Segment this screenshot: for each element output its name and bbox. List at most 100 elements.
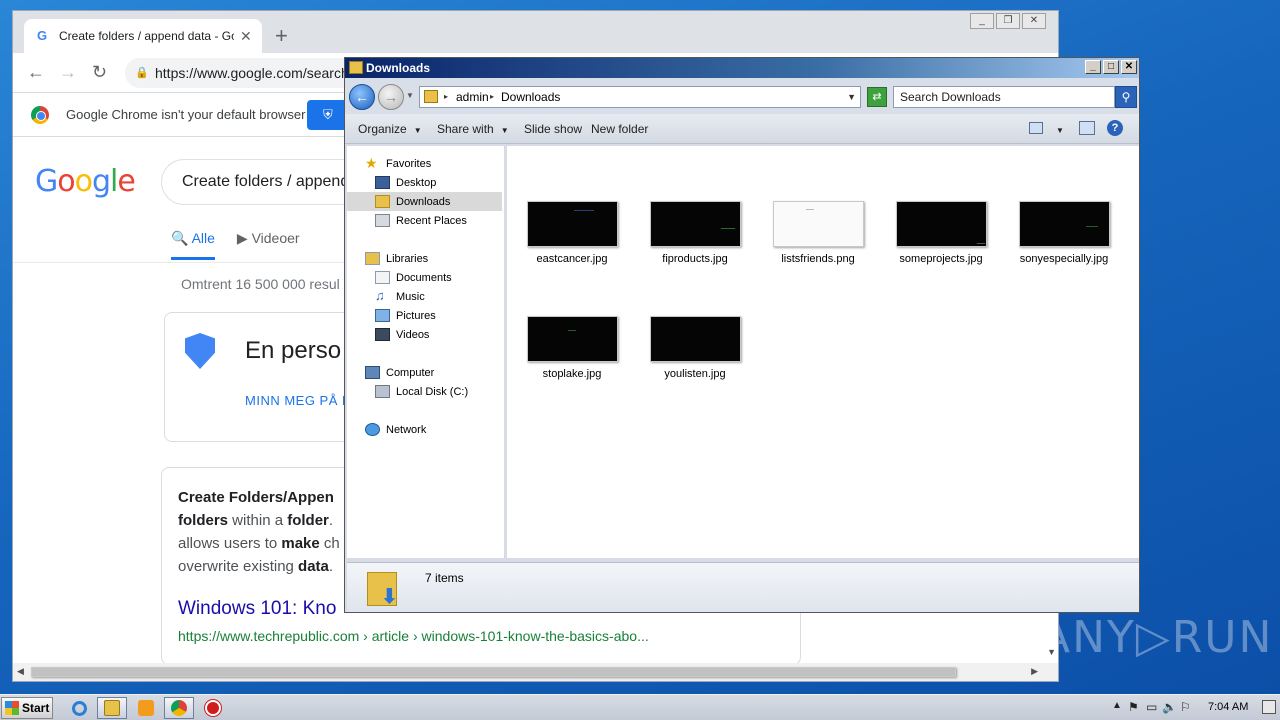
- nav-videos[interactable]: Videos: [375, 328, 429, 341]
- clock[interactable]: 7:04 AM: [1208, 701, 1248, 713]
- libraries-icon: [365, 252, 380, 265]
- share-with-label: Share with: [437, 122, 494, 136]
- chrome-taskbar-icon[interactable]: [164, 697, 194, 719]
- start-button[interactable]: Start: [1, 697, 53, 719]
- volume-icon[interactable]: 🔈: [1162, 700, 1177, 714]
- nav-videos-label: Videos: [396, 328, 430, 341]
- desktop-icon: [375, 176, 390, 189]
- music-icon: ♫: [375, 288, 385, 303]
- slide-show-button[interactable]: Slide show: [524, 122, 582, 136]
- share-with-button[interactable]: Share with ▼: [437, 122, 509, 136]
- search-downloads-input[interactable]: Search Downloads: [893, 86, 1115, 108]
- folder-icon: [424, 90, 438, 103]
- privacy-card-title: En perso: [245, 337, 342, 364]
- explorer-taskbar-icon[interactable]: [97, 697, 127, 719]
- address-dropdown-icon[interactable]: ▼: [847, 92, 856, 102]
- snippet-line-4c: .: [328, 558, 334, 575]
- breadcrumb-separator-icon[interactable]: ▸: [444, 92, 448, 101]
- nav-computer[interactable]: Computer: [365, 366, 434, 379]
- scrollbar-thumb[interactable]: [31, 667, 956, 677]
- minimize-button[interactable]: _: [970, 13, 994, 29]
- google-logo[interactable]: Google: [35, 164, 136, 199]
- minimize-button[interactable]: _: [1085, 60, 1101, 74]
- scroll-right-arrow-icon[interactable]: ▶: [1031, 666, 1038, 677]
- explorer-address-bar[interactable]: ▸ admin ▸ Downloads ▼: [419, 86, 861, 108]
- nav-pictures[interactable]: Pictures: [375, 309, 436, 322]
- organize-button[interactable]: Organize ▼: [358, 122, 422, 136]
- network-tray-icon[interactable]: ▭: [1146, 700, 1157, 714]
- flag-icon[interactable]: ⚐: [1180, 700, 1191, 714]
- nav-network[interactable]: Network: [365, 423, 426, 436]
- history-dropdown-icon[interactable]: ▼: [406, 91, 414, 100]
- star-icon: ★: [365, 155, 378, 171]
- remind-me-link[interactable]: MINN MEG PÅ D: [245, 393, 352, 408]
- file-item[interactable]: youlisten.jpg: [640, 316, 750, 380]
- file-item[interactable]: sonyespecially.jpg: [1009, 201, 1119, 265]
- tab-videos[interactable]: ▶ Videoer: [237, 230, 300, 260]
- snippet-line-4a: overwrite existing: [178, 558, 299, 575]
- nav-favorites-label: Favorites: [386, 157, 432, 170]
- explorer-titlebar[interactable]: Downloads _ □ ✕: [345, 58, 1139, 78]
- breadcrumb-admin[interactable]: admin: [456, 90, 489, 104]
- search-icon[interactable]: ⚲: [1115, 86, 1137, 108]
- nav-local-disk[interactable]: Local Disk (C:): [375, 385, 468, 398]
- nav-music[interactable]: ♫ Music: [375, 288, 425, 303]
- breadcrumb-separator-icon[interactable]: ▸: [490, 92, 494, 101]
- scroll-left-arrow-icon[interactable]: ◀: [17, 666, 24, 677]
- start-label: Start: [22, 701, 50, 715]
- show-desktop-button[interactable]: [1262, 700, 1276, 714]
- folder-icon: [349, 61, 363, 74]
- google-favicon-icon: G: [36, 28, 48, 43]
- breadcrumb-downloads[interactable]: Downloads: [501, 90, 560, 104]
- tab-strip: G Create folders / append data - Goog ✕ …: [13, 11, 1058, 53]
- navigation-pane: ★ Favorites Desktop Downloads Recent Plac…: [347, 146, 504, 558]
- internet-explorer-icon[interactable]: [64, 697, 94, 719]
- security-app-icon[interactable]: [198, 697, 228, 719]
- nav-documents[interactable]: Documents: [375, 271, 452, 284]
- nav-libraries[interactable]: Libraries: [365, 252, 428, 265]
- action-center-icon[interactable]: ⚑: [1128, 700, 1139, 714]
- help-icon[interactable]: ?: [1107, 120, 1123, 136]
- forward-button[interactable]: →: [378, 84, 404, 110]
- item-count: 7 items: [425, 571, 464, 585]
- file-item[interactable]: fiproducts.jpg: [640, 201, 750, 265]
- back-arrow-icon[interactable]: ←: [27, 62, 45, 83]
- result-stats: Omtrent 16 500 000 resul: [181, 276, 340, 292]
- nav-favorites[interactable]: ★ Favorites: [365, 155, 432, 171]
- snippet-line-2d: .: [328, 512, 334, 529]
- change-view-icon[interactable]: [1029, 122, 1043, 134]
- close-button[interactable]: ✕: [1022, 13, 1046, 29]
- new-folder-button[interactable]: New folder: [591, 122, 648, 136]
- back-button[interactable]: ←: [349, 84, 375, 110]
- restore-button[interactable]: ❐: [996, 13, 1020, 29]
- file-name: youlisten.jpg: [664, 368, 726, 380]
- reload-icon[interactable]: ↻: [92, 62, 107, 83]
- nav-downloads[interactable]: Downloads: [347, 192, 502, 211]
- image-thumbnail: [649, 316, 741, 362]
- nav-local-disk-label: Local Disk (C:): [396, 385, 469, 398]
- media-player-icon[interactable]: [131, 697, 161, 719]
- forward-arrow-icon[interactable]: →: [59, 62, 77, 83]
- show-hidden-icons-icon[interactable]: ▲: [1112, 700, 1122, 711]
- result-url[interactable]: https://www.techrepublic.com › article ›…: [178, 628, 649, 644]
- image-thumbnail: [649, 201, 741, 247]
- scroll-down-arrow-icon[interactable]: ▼: [1047, 647, 1056, 657]
- nav-recent-places[interactable]: Recent Places: [375, 214, 467, 227]
- file-item[interactable]: stoplake.jpg: [517, 316, 627, 380]
- maximize-button[interactable]: □: [1103, 60, 1119, 74]
- horizontal-scrollbar[interactable]: ◀ ▶: [13, 663, 1058, 681]
- hard-drive-icon: [375, 385, 390, 398]
- tab-all[interactable]: 🔍 Alle: [171, 230, 215, 260]
- file-item[interactable]: listsfriends.png: [763, 201, 873, 265]
- new-tab-button[interactable]: +: [275, 23, 288, 49]
- browser-tab[interactable]: G Create folders / append data - Goog ✕: [24, 19, 262, 53]
- tab-close-icon[interactable]: ✕: [240, 28, 252, 45]
- result-title-link[interactable]: Windows 101: Kno: [178, 598, 336, 620]
- file-item[interactable]: eastcancer.jpg: [517, 201, 627, 265]
- refresh-icon[interactable]: ⇄: [867, 87, 887, 107]
- preview-pane-icon[interactable]: [1079, 121, 1095, 135]
- close-button[interactable]: ✕: [1121, 60, 1137, 74]
- view-options-dropdown-icon[interactable]: ▼: [1056, 122, 1064, 136]
- file-item[interactable]: someprojects.jpg: [886, 201, 996, 265]
- nav-desktop[interactable]: Desktop: [375, 176, 436, 189]
